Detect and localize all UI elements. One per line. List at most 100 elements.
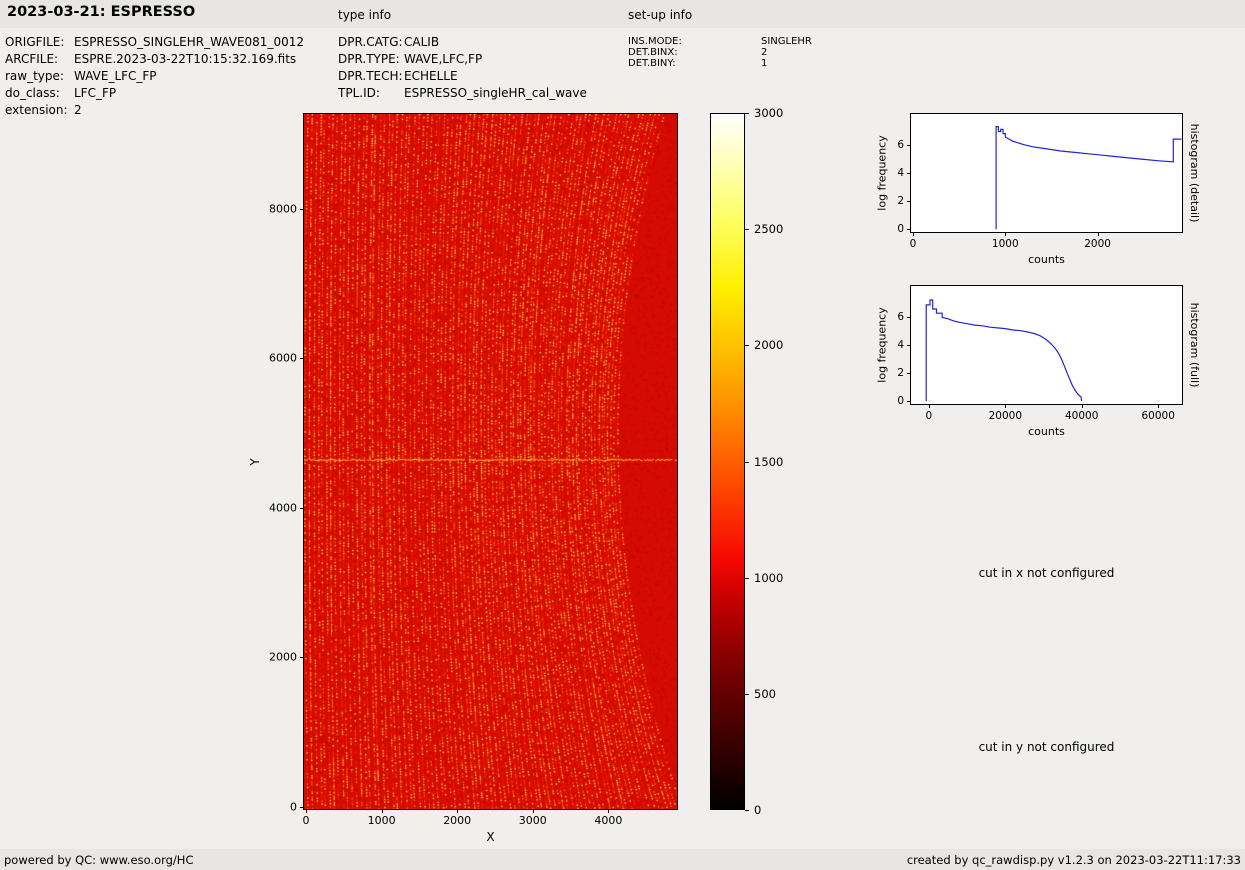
x-tick-mark [913,232,914,236]
colorbar-tick-mark [745,694,749,695]
colorbar-tick-mark [745,345,749,346]
type-info-heading: type info [338,8,391,22]
doclass-label: do_class: [5,87,74,100]
y-tick-label: 4 [897,339,904,351]
colorbar-tick-mark [745,113,749,114]
colorbar-tick-label: 1500 [754,455,783,469]
colorbar-tick-mark [745,578,749,579]
y-tick-mark [300,209,304,210]
y-tick-label: 2 [897,367,904,379]
rawtype-label: raw_type: [5,70,74,83]
histogram-full-title: histogram (full) [1188,303,1201,388]
y-tick-label: 6000 [269,352,297,365]
y-tick-label: 6 [897,139,904,151]
y-tick-label: 0 [290,800,297,813]
histogram-line [926,300,1081,401]
y-tick-label: 0 [897,395,904,407]
x-tick-label: 1000 [992,238,1019,250]
y-tick-label: 4 [897,167,904,179]
footer-created-by: created by qc_rawdisp.py v1.2.3 on 2023-… [907,853,1241,867]
histogram-detail-plot: 0100020000246 counts log frequency histo… [910,113,1183,233]
det-biny-value: 1 [761,58,812,69]
x-tick-mark [382,809,383,813]
det-biny-label: DET.BINY: [628,58,761,69]
colorbar-tick-label: 0 [754,803,761,817]
colorbar-gradient [710,113,745,810]
extension-label: extension: [5,104,74,117]
y-tick-mark [907,145,911,146]
colorbar-tick-mark [745,462,749,463]
y-tick-mark [907,373,911,374]
header-bar: 2023-03-21: ESPRESSO type info set-up in… [0,0,1245,28]
y-tick-mark [300,508,304,509]
x-tick-label: 20000 [989,410,1022,422]
x-tick-label: 0 [910,238,917,250]
type-info-block: DPR.CATG: CALIB DPR.TYPE: WAVE,LFC,FP DP… [338,36,587,100]
x-tick-mark [1098,232,1099,236]
colorbar-tick-mark [745,229,749,230]
qc-report-page: 2023-03-21: ESPRESSO type info set-up in… [0,0,1245,870]
x-tick-label: 2000 [1084,238,1111,250]
cut-x-note: cut in x not configured [910,566,1183,580]
x-tick-label: 0 [926,410,933,422]
colorbar-tick-label: 500 [754,687,776,701]
y-tick-label: 6 [897,311,904,323]
histogram-full-plot: 02000040000600000246 counts log frequenc… [910,285,1183,405]
det-binx-value: 2 [761,47,812,58]
colorbar-tick-label: 3000 [754,106,783,120]
tpl-id-label: TPL.ID: [338,87,404,100]
y-tick-mark [300,807,304,808]
histogram-detail-yaxis-label: log frequency [876,135,889,210]
dpr-catg-value: CALIB [404,36,587,49]
histogram-detail-xaxis-label: counts [1028,253,1065,266]
x-tick-mark [1082,404,1083,408]
x-tick-label: 4000 [594,814,622,827]
y-tick-mark [907,317,911,318]
dpr-catg-label: DPR.CATG: [338,36,404,49]
y-tick-mark [907,401,911,402]
x-tick-mark [1158,404,1159,408]
tpl-id-value: ESPRESSO_singleHR_cal_wave [404,87,587,100]
x-tick-label: 1000 [368,814,396,827]
dpr-type-value: WAVE,LFC,FP [404,53,587,66]
setup-info-heading: set-up info [628,8,692,22]
ins-mode-value: SINGLEHR [761,36,812,47]
colorbar-tick-label: 2500 [754,222,783,236]
arcfile-label: ARCFILE: [5,53,74,66]
page-title: 2023-03-21: ESPRESSO [7,4,195,20]
raw-frame-yaxis-label: Y [248,458,262,465]
dpr-type-label: DPR.TYPE: [338,53,404,66]
raw-frame-plot-area: 0100020003000400002000400060008000 [303,113,678,810]
y-tick-mark [907,229,911,230]
y-tick-mark [300,657,304,658]
x-tick-mark [1005,232,1006,236]
y-tick-mark [907,201,911,202]
extension-value: 2 [74,104,304,117]
x-tick-mark [457,809,458,813]
footer-bar: powered by QC: www.eso.org/HC created by… [0,849,1245,870]
histogram-line [996,127,1182,230]
y-tick-mark [907,345,911,346]
histogram-full-yaxis-label: log frequency [876,307,889,382]
setup-info-block: INS.MODE: SINGLEHR DET.BINX: 2 DET.BINY:… [628,36,812,69]
dpr-tech-value: ECHELLE [404,70,587,83]
raw-frame-xaxis-label: X [486,830,494,844]
y-tick-label: 8000 [269,202,297,215]
histogram-full-curve [911,286,1182,404]
origfile-label: ORIGFILE: [5,36,74,49]
ins-mode-label: INS.MODE: [628,36,761,47]
x-tick-mark [306,809,307,813]
footer-powered-by: powered by QC: www.eso.org/HC [4,853,193,867]
y-tick-label: 2000 [269,651,297,664]
cut-y-note: cut in y not configured [910,740,1183,754]
dpr-tech-label: DPR.TECH: [338,70,404,83]
rawtype-value: WAVE_LFC_FP [74,70,304,83]
histogram-detail-title: histogram (detail) [1188,124,1201,223]
x-tick-label: 3000 [519,814,547,827]
x-tick-label: 0 [303,814,310,827]
x-tick-mark [533,809,534,813]
y-tick-label: 2 [897,195,904,207]
raw-frame-plot: 0100020003000400002000400060008000 X Y [303,113,678,810]
y-tick-label: 0 [897,223,904,235]
colorbar: 050010001500200025003000 [710,113,745,810]
